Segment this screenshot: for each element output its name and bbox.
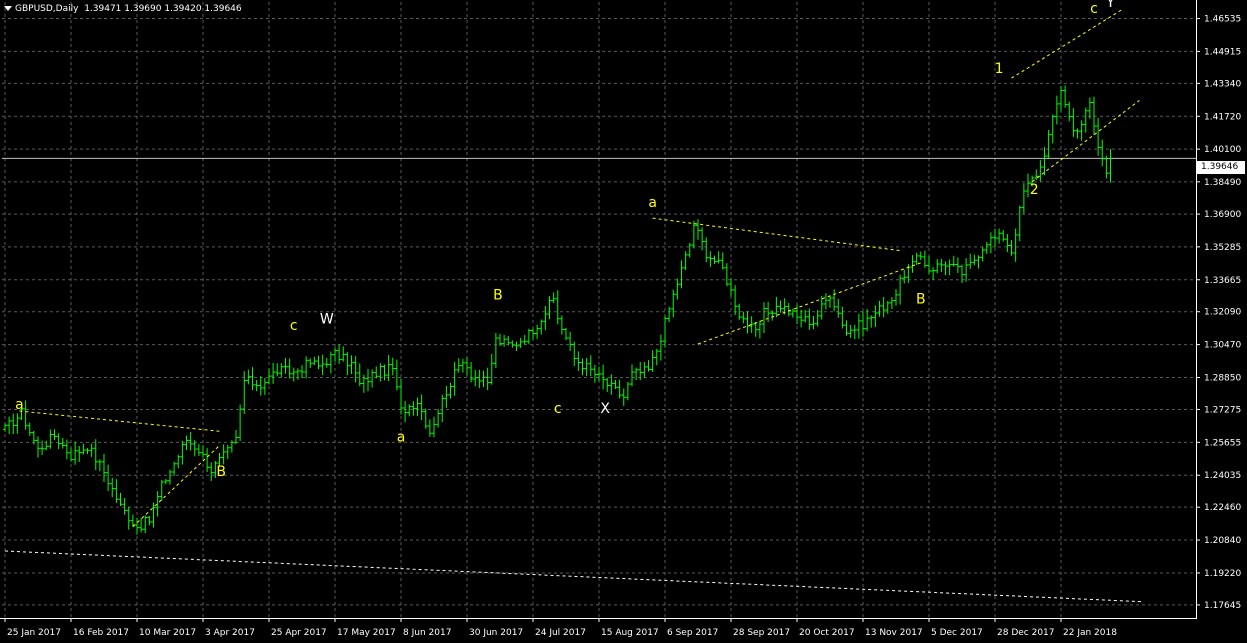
wave-label: a bbox=[15, 397, 24, 413]
wave-label: B bbox=[216, 464, 226, 480]
dropdown-arrow-icon[interactable] bbox=[4, 6, 12, 11]
wave-label: Y bbox=[1105, 0, 1115, 11]
wave-label: 2 bbox=[1030, 182, 1039, 198]
time-tick-label: 28 Sep 2017 bbox=[733, 628, 790, 638]
wave-label: c bbox=[290, 318, 298, 334]
price-tick-label: 1.25655 bbox=[1204, 438, 1241, 448]
wave-label: c bbox=[554, 401, 562, 417]
price-tick-label: 1.28850 bbox=[1204, 373, 1241, 383]
price-tick-label: 1.40100 bbox=[1204, 145, 1241, 155]
chart-background bbox=[0, 0, 1247, 643]
wave-label: a bbox=[648, 195, 657, 211]
current-price-badge: 1.39646 bbox=[1197, 161, 1245, 174]
price-tick-label: 1.44915 bbox=[1204, 47, 1241, 57]
time-tick-label: 6 Sep 2017 bbox=[667, 628, 718, 638]
symbol-label: GBPUSD,Daily bbox=[15, 4, 79, 14]
time-tick-label: 15 Aug 2017 bbox=[601, 628, 659, 638]
price-tick-label: 1.38490 bbox=[1204, 178, 1241, 188]
time-tick-label: 25 Apr 2017 bbox=[271, 628, 327, 638]
time-tick-label: 16 Feb 2017 bbox=[73, 628, 129, 638]
wave-label: 1 bbox=[995, 61, 1004, 77]
price-tick-label: 1.32090 bbox=[1204, 308, 1241, 318]
time-tick-label: 20 Oct 2017 bbox=[799, 628, 855, 638]
time-tick-label: 5 Dec 2017 bbox=[931, 628, 983, 638]
time-tick-label: 22 Jan 2018 bbox=[1063, 628, 1117, 638]
time-tick-label: 13 Nov 2017 bbox=[865, 628, 923, 638]
price-tick-label: 1.20840 bbox=[1204, 536, 1241, 546]
wave-label: W bbox=[320, 312, 334, 328]
price-tick-label: 1.19220 bbox=[1204, 569, 1241, 579]
price-tick-label: 1.27275 bbox=[1204, 405, 1241, 415]
price-tick-label: 1.43340 bbox=[1204, 79, 1241, 89]
time-tick-label: 8 Jun 2017 bbox=[403, 628, 451, 638]
time-tick-label: 10 Mar 2017 bbox=[139, 628, 196, 638]
price-tick-label: 1.36900 bbox=[1204, 210, 1241, 220]
ohlc-values: 1.39471 1.39690 1.39420 1.39646 bbox=[84, 4, 242, 14]
wave-label: B bbox=[493, 287, 503, 303]
price-tick-label: 1.41720 bbox=[1204, 112, 1241, 122]
time-tick-label: 30 Jun 2017 bbox=[469, 628, 523, 638]
time-tick-label: 28 Dec 2017 bbox=[997, 628, 1055, 638]
time-tick-label: 17 May 2017 bbox=[337, 628, 396, 638]
price-tick-label: 1.22460 bbox=[1204, 503, 1241, 513]
wave-label: B bbox=[916, 291, 926, 307]
price-tick-label: 1.46535 bbox=[1204, 15, 1241, 25]
time-tick-label: 24 Jul 2017 bbox=[535, 628, 586, 638]
wave-label: X bbox=[600, 401, 610, 417]
wave-label: a bbox=[397, 429, 406, 445]
price-tick-label: 1.24035 bbox=[1204, 471, 1241, 481]
time-tick-label: 25 Jan 2017 bbox=[7, 628, 61, 638]
price-axis-border bbox=[1196, 0, 1197, 618]
chart-header: GBPUSD,Daily 1.39471 1.39690 1.39420 1.3… bbox=[4, 4, 242, 14]
wave-label: c bbox=[1090, 1, 1098, 17]
time-tick-label: 3 Apr 2017 bbox=[205, 628, 255, 638]
price-tick-label: 1.30470 bbox=[1204, 341, 1241, 351]
price-tick-label: 1.17645 bbox=[1204, 601, 1241, 611]
price-tick-label: 1.33665 bbox=[1204, 276, 1241, 286]
price-tick-label: 1.35285 bbox=[1204, 243, 1241, 253]
price-chart[interactable]: aBc WaBc XaB12c Y 1.465351.449151.433401.41… bbox=[0, 0, 1247, 643]
